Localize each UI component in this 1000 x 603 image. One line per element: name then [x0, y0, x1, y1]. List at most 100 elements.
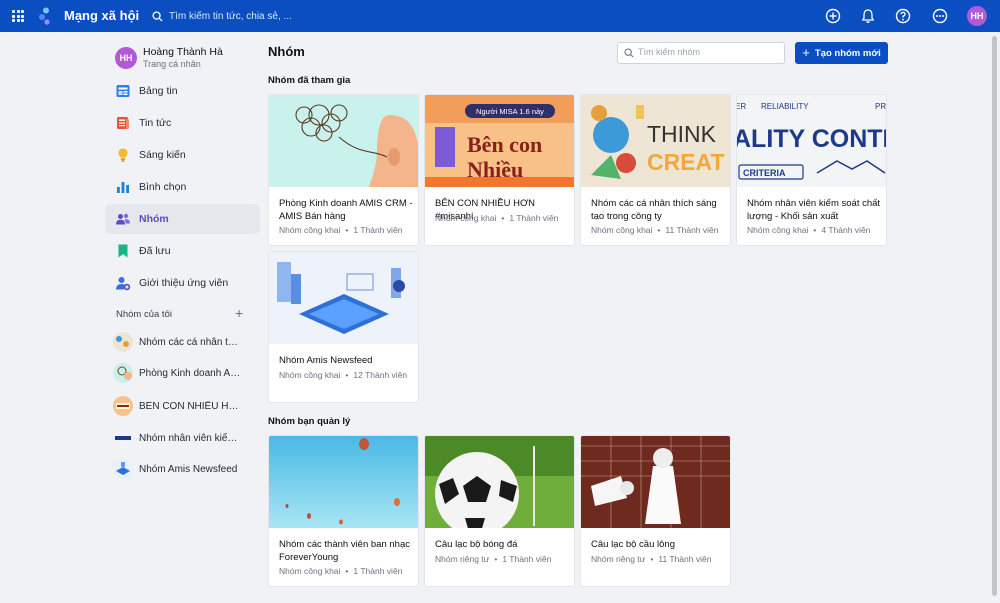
group-name: Câu lạc bộ bóng đá	[435, 539, 518, 550]
group-members: 4 Thành viên	[821, 225, 871, 235]
group-card[interactable]: Câu lạc bộ cầu lông Nhóm riêng tư • 11 Thà…	[580, 435, 731, 587]
top-search[interactable]	[152, 7, 452, 25]
nav-label: Nhóm	[139, 213, 169, 225]
group-name: Nhóm các cá nhân thích sáng tạo trong cô…	[591, 198, 717, 222]
group-privacy: Nhóm riêng tư	[591, 554, 646, 564]
profile-link[interactable]: HH Hoàng Thành Hà Trang cá nhân	[115, 46, 265, 72]
app-title[interactable]: Mạng xã hội	[64, 8, 139, 23]
cover-text: Bên con	[467, 132, 542, 157]
group-card[interactable]: ER RELIABILITY PR ALITY CONTR CRITERIA N…	[736, 94, 887, 246]
group-card[interactable]: THINK CREAT Nhóm các cá nhân thích sáng …	[580, 94, 731, 246]
group-privacy: Nhóm công khai	[591, 225, 653, 235]
group-card[interactable]: Nhóm các thành viên ban nhạc ForeverYoun…	[268, 435, 419, 587]
logo-icon[interactable]	[38, 7, 54, 25]
group-privacy: Nhóm riêng tư	[435, 554, 490, 564]
group-thumbnail	[113, 396, 133, 416]
nav-item-polls[interactable]: Bình chọn	[105, 172, 260, 202]
group-card[interactable]: Nhóm Amis Newsfeed Nhóm công khai • 12 Thà…	[268, 251, 419, 403]
more-icon[interactable]	[932, 8, 948, 24]
cover-text: RELIABILITY	[761, 102, 809, 111]
group-meta: Nhóm công khai • 1 Thành viên	[279, 566, 403, 576]
search-icon	[152, 10, 163, 22]
managed-section-title: Nhóm bạn quản lý	[268, 416, 351, 427]
cover-text: CRITERIA	[743, 168, 786, 178]
cover-text: THINK	[647, 121, 717, 147]
group-thumbnail	[113, 363, 133, 383]
group-icon	[116, 213, 130, 225]
candidate-icon	[116, 277, 131, 291]
user-avatar[interactable]: HH	[967, 6, 987, 26]
my-group-label: BÊN CON NHIỀU HƠN ...	[139, 401, 241, 412]
group-name: Nhóm các thành viên ban nhạc ForeverYoun…	[279, 539, 410, 563]
group-members: 12 Thành viên	[353, 370, 408, 380]
lightbulb-icon	[118, 148, 128, 162]
group-name: Câu lạc bộ cầu lông	[591, 539, 675, 550]
nav-item-newsfeed[interactable]: Bảng tin	[105, 76, 260, 106]
group-meta: Nhóm công khai • 1 Thành viên	[435, 213, 559, 223]
group-name: Nhóm Amis Newsfeed	[279, 355, 373, 366]
my-group-link[interactable]: Nhóm Amis Newsfeed	[113, 459, 263, 481]
my-group-label: Phòng Kinh doanh AMI...	[139, 368, 241, 379]
cover-text: PR	[875, 102, 886, 111]
my-group-link[interactable]: Nhóm nhân viên kiểm ...	[113, 428, 263, 450]
nav-label: Sáng kiến	[139, 149, 186, 161]
search-icon	[624, 48, 634, 58]
my-group-label: Nhóm Amis Newsfeed	[139, 464, 238, 475]
top-search-input[interactable]	[169, 10, 439, 22]
nav-item-initiatives[interactable]: Sáng kiến	[105, 140, 260, 170]
group-name: Nhóm nhân viên kiểm soát chất lượng - Kh…	[747, 198, 881, 222]
my-group-link[interactable]: BÊN CON NHIỀU HƠN ...	[113, 396, 263, 418]
plus-circle-icon[interactable]	[825, 8, 841, 24]
cover-text: ALITY CONTR	[737, 125, 887, 153]
group-cover-image: ER RELIABILITY PR ALITY CONTR CRITERIA	[737, 95, 887, 187]
group-card[interactable]: Phòng Kinh doanh AMIS CRM - AMIS Bán hàn…	[268, 94, 419, 246]
nav-label: Tin tức	[139, 117, 172, 129]
page-scrollbar[interactable]	[992, 36, 997, 596]
bookmark-icon	[118, 244, 128, 258]
cover-text: ER	[737, 102, 746, 111]
nav-label: Giới thiệu ứng viên	[139, 277, 229, 289]
group-cover-image: Người MISA 1.6 này Bên con Nhiều	[425, 95, 574, 187]
group-members: 1 Thành viên	[502, 554, 552, 564]
nav-item-saved[interactable]: Đã lưu	[105, 236, 260, 266]
group-card[interactable]: Người MISA 1.6 này Bên con Nhiều BÊN CON…	[424, 94, 575, 246]
my-groups-heading: Nhóm của tôi	[116, 309, 172, 320]
my-group-link[interactable]: Phòng Kinh doanh AMI...	[113, 363, 263, 385]
add-group-icon[interactable]: +	[235, 306, 247, 320]
bell-icon[interactable]	[860, 8, 876, 24]
group-thumbnail	[113, 459, 133, 479]
group-thumbnail	[113, 332, 133, 352]
group-meta: Nhóm công khai • 1 Thành viên	[279, 225, 403, 235]
profile-avatar: HH	[115, 47, 137, 69]
my-group-label: Nhóm nhân viên kiểm ...	[139, 433, 241, 444]
group-members: 11 Thành viên	[658, 554, 712, 564]
nav-item-news[interactable]: Tin tức	[105, 108, 260, 138]
group-privacy: Nhóm công khai	[279, 225, 341, 235]
group-name: Phòng Kinh doanh AMIS CRM - AMIS Bán hàn…	[279, 198, 413, 222]
group-cover-image	[425, 436, 574, 528]
nav-label: Bảng tin	[139, 85, 178, 97]
cover-text: CREAT	[647, 149, 725, 175]
group-search-input[interactable]	[638, 47, 778, 57]
group-meta: Nhóm riêng tư • 11 Thành viên	[591, 554, 712, 564]
joined-section-title: Nhóm đã tham gia	[268, 75, 351, 86]
create-group-button[interactable]: + Tạo nhóm mới	[795, 42, 888, 64]
group-cover-image	[269, 436, 418, 528]
group-privacy: Nhóm công khai	[279, 370, 341, 380]
nav-item-groups[interactable]: Nhóm	[105, 204, 260, 234]
profile-name: Hoàng Thành Hà	[143, 46, 223, 58]
nav-item-candidates[interactable]: Giới thiệu ứng viên	[105, 268, 260, 298]
apps-grid-icon[interactable]	[12, 10, 24, 22]
group-meta: Nhóm công khai • 12 Thành viên	[279, 370, 408, 380]
group-privacy: Nhóm công khai	[747, 225, 809, 235]
my-group-link[interactable]: Nhóm các cá nhân thíc...	[113, 332, 263, 354]
cover-text: Người MISA 1.6 này	[476, 107, 544, 116]
poll-icon	[117, 182, 129, 193]
group-card[interactable]: Câu lạc bộ bóng đá Nhóm riêng tư • 1 Thành…	[424, 435, 575, 587]
nav-label: Bình chọn	[139, 181, 187, 193]
help-icon[interactable]	[895, 8, 911, 24]
group-meta: Nhóm công khai • 4 Thành viên	[747, 225, 871, 235]
group-search[interactable]	[617, 42, 785, 64]
my-group-label: Nhóm các cá nhân thíc...	[139, 337, 241, 348]
group-meta: Nhóm riêng tư • 1 Thành viên	[435, 554, 552, 564]
